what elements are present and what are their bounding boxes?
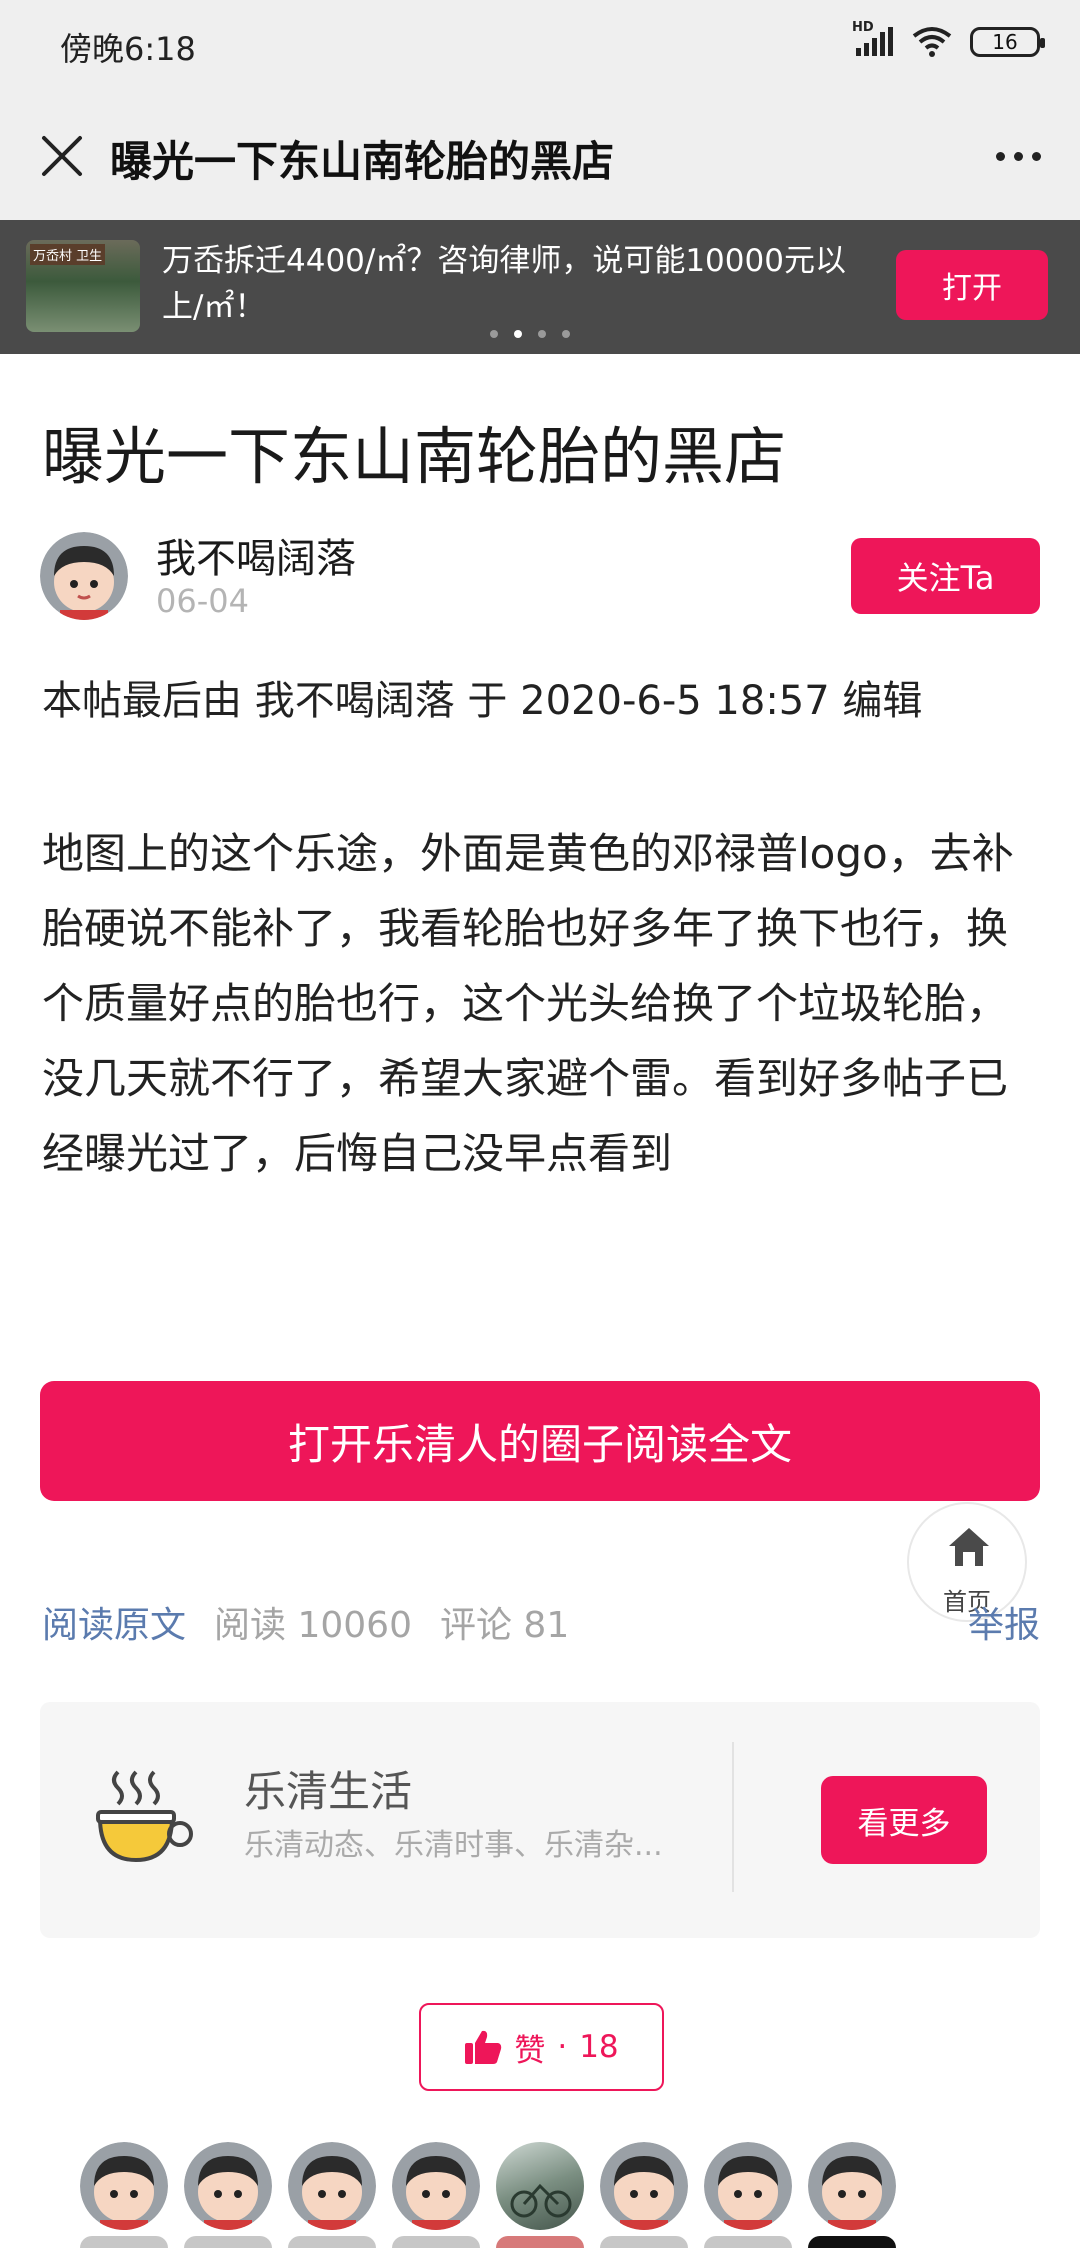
post-date: 06-04 (156, 582, 249, 620)
close-icon[interactable] (30, 124, 94, 188)
page-title: 曝光一下东山南轮胎的黑店 (110, 137, 615, 186)
like-count: 18 (579, 2029, 619, 2065)
signal-icon: HD (852, 20, 894, 58)
like-label: 赞 (514, 2032, 546, 2069)
battery-level: 16 (992, 30, 1018, 54)
top-nav-bar: 曝光一下东山南轮胎的黑店 (0, 92, 1080, 220)
community-name: 乐清生活 (244, 1767, 413, 1816)
like-button[interactable]: 赞 · 18 (419, 2003, 664, 2091)
wifi-icon (912, 27, 952, 57)
author-avatar[interactable] (40, 532, 128, 620)
liker-avatar-partial[interactable] (600, 2236, 688, 2248)
liker-avatar-partial[interactable] (704, 2236, 792, 2248)
teacup-icon (96, 1770, 193, 1863)
liker-avatar[interactable] (600, 2142, 688, 2230)
card-divider (732, 1742, 734, 1892)
likers-list (80, 2142, 1020, 2232)
read-count: 阅读 10060 (214, 1605, 412, 1646)
home-icon (949, 1528, 989, 1566)
liker-avatar-photo[interactable] (496, 2142, 584, 2230)
article-meta: 阅读原文 阅读 10060 评论 81 (42, 1596, 569, 1648)
carousel-dot-active (514, 330, 522, 338)
liker-avatar[interactable] (808, 2142, 896, 2230)
edit-note: 本帖最后由 我不喝阔落 于 2020-6-5 18:57 编辑 (42, 678, 923, 724)
liker-avatar-partial[interactable] (184, 2236, 272, 2248)
article-title: 曝光一下东山南轮胎的黑店 (42, 420, 787, 493)
liker-avatar[interactable] (392, 2142, 480, 2230)
community-desc: 乐清动态、乐清时事、乐清杂... (244, 1828, 663, 1863)
author-name[interactable]: 我不喝阔落 (156, 526, 356, 584)
more-icon[interactable] (986, 128, 1050, 184)
liker-avatar[interactable] (80, 2142, 168, 2230)
report-link[interactable]: 举报 (968, 1596, 1040, 1648)
liker-avatar[interactable] (184, 2142, 272, 2230)
liker-avatar-partial[interactable] (80, 2236, 168, 2248)
status-bar: 傍晚6:18 HD 16 (0, 0, 1080, 92)
carousel-dot (490, 330, 498, 338)
see-more-button[interactable]: 看更多 (821, 1776, 987, 1864)
status-icons: HD 16 (852, 20, 1045, 62)
comment-count[interactable]: 评论 81 (440, 1605, 569, 1646)
carousel-dot (562, 330, 570, 338)
battery-icon: 16 (970, 27, 1045, 57)
ad-open-button[interactable]: 打开 (896, 250, 1048, 320)
article-body: 地图上的这个乐途，外面是黄色的邓禄普logo，去补胎硬说不能补了，我看轮胎也好多… (42, 829, 1014, 1178)
likers-list-row2 (80, 2236, 1080, 2248)
original-link[interactable]: 阅读原文 (42, 1605, 186, 1646)
liker-avatar[interactable] (704, 2142, 792, 2230)
status-time: 傍晚6:18 (60, 30, 196, 68)
ad-text[interactable]: 万岙拆迁4400/㎡？咨询律师，说可能10000元以上/㎡！ (162, 238, 882, 330)
liker-avatar[interactable] (288, 2142, 376, 2230)
ad-thumb-label: 万岙村 卫生 (30, 244, 106, 265)
ad-thumbnail[interactable]: 万岙村 卫生 (26, 240, 140, 332)
liker-avatar-partial[interactable] (288, 2236, 376, 2248)
carousel-dots (490, 330, 570, 338)
liker-avatar-partial[interactable] (808, 2236, 896, 2248)
read-full-button[interactable]: 打开乐清人的圈子阅读全文 (40, 1381, 1040, 1501)
liker-avatar-partial[interactable] (496, 2236, 584, 2248)
like-separator: · (557, 2029, 568, 2065)
follow-button[interactable]: 关注Ta (851, 538, 1040, 614)
liker-avatar-partial[interactable] (392, 2236, 480, 2248)
thumbs-up-icon (465, 2030, 502, 2064)
carousel-dot (538, 330, 546, 338)
community-card[interactable]: 乐清生活 乐清动态、乐清时事、乐清杂... 看更多 (40, 1702, 1040, 1938)
